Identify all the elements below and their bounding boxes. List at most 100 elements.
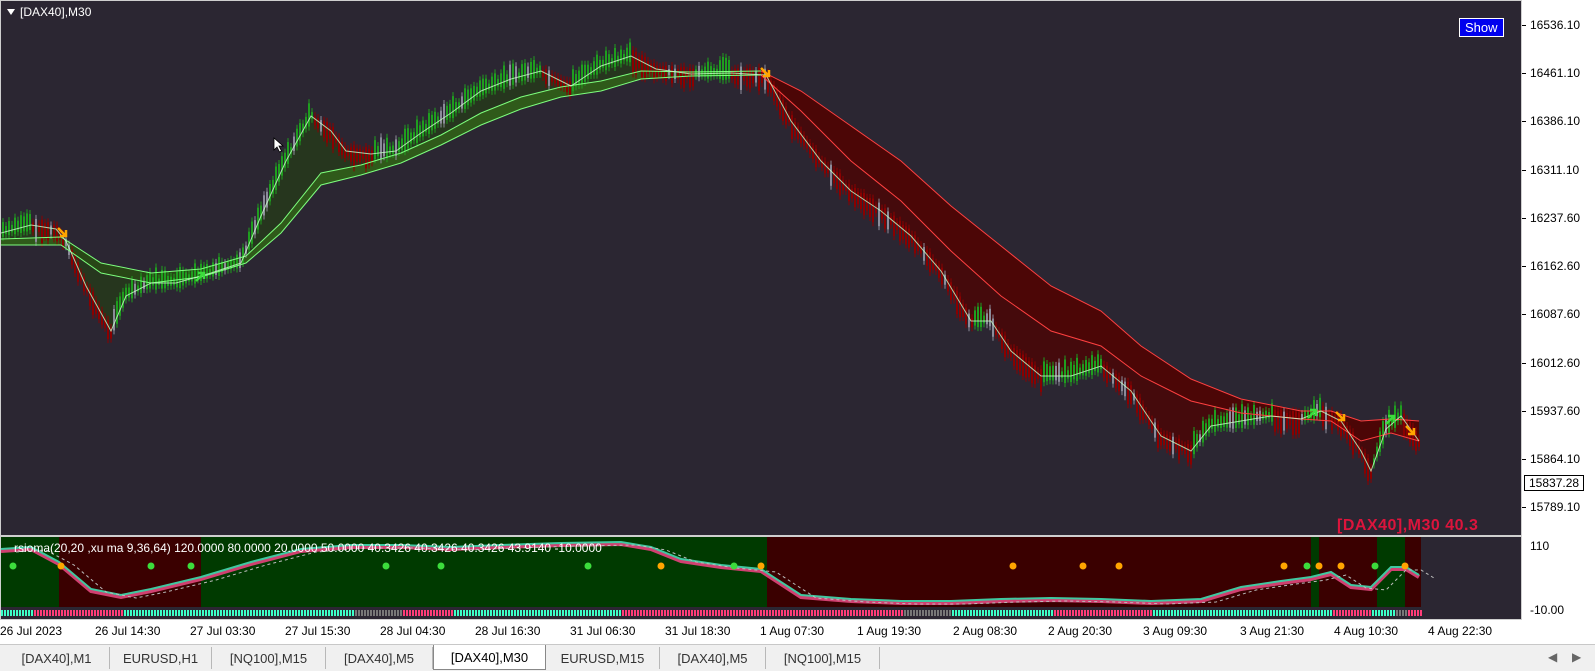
candle <box>632 50 634 74</box>
candle <box>1166 434 1168 450</box>
rsi-histogram-bar <box>868 610 870 616</box>
price-chart-canvas[interactable] <box>1 1 1522 536</box>
candle <box>1040 369 1042 392</box>
rsi-histogram-bar <box>643 610 645 616</box>
rsi-histogram-bar <box>568 610 570 616</box>
mouse-cursor-icon <box>273 137 285 153</box>
tab-dax40-m30[interactable]: [DAX40],M30 <box>433 645 546 670</box>
candle <box>446 105 448 120</box>
candle <box>1022 354 1024 376</box>
price-chart[interactable]: [DAX40],M30 Show [DAX40],M30 40.3 <box>0 0 1522 536</box>
tab-dax40-m1[interactable]: [DAX40],M1 <box>4 647 110 669</box>
candle <box>665 65 667 82</box>
rsi-histogram-bar <box>802 610 804 616</box>
time-axis-label: 27 Jul 03:30 <box>190 624 256 638</box>
rsi-histogram-bar <box>394 610 396 616</box>
candle <box>1127 381 1129 405</box>
candle <box>509 64 511 86</box>
candle <box>347 149 349 157</box>
candle <box>530 61 532 79</box>
rsi-histogram-bar <box>220 610 222 616</box>
rsi-histogram-bar <box>295 610 297 616</box>
indicator-axis: 110 -10.00 <box>1522 536 1595 620</box>
rsi-histogram-bar <box>430 610 432 616</box>
rsi-histogram-bar <box>106 610 108 616</box>
rsi-histogram-bar <box>1099 610 1101 616</box>
candle <box>671 66 673 84</box>
rsi-histogram-bar <box>745 610 747 616</box>
rsi-histogram-bar <box>40 610 42 616</box>
rsi-histogram-bar <box>124 610 126 616</box>
rsi-histogram-bar <box>1075 610 1077 616</box>
tab-nq100-m15[interactable]: [NQ100],M15 <box>766 647 880 669</box>
candle <box>599 59 601 70</box>
rsi-histogram-bar <box>1375 610 1377 616</box>
candle <box>206 263 208 279</box>
rsi-histogram-bar <box>913 610 915 616</box>
rsi-histogram-bar <box>322 610 324 616</box>
rsi-histogram-bar <box>1096 610 1098 616</box>
tab-eurusd-m15[interactable]: EURUSD,M15 <box>546 647 660 669</box>
ma-bull-lower <box>1 74 762 284</box>
signal-dot <box>657 562 665 570</box>
tab-eurusd-h1[interactable]: EURUSD,H1 <box>110 647 212 669</box>
candle <box>1136 394 1138 413</box>
rsi-histogram-bar <box>715 610 717 616</box>
candle <box>476 86 478 98</box>
rsi-histogram-bar <box>1351 610 1353 616</box>
rsi-histogram-bar <box>1063 610 1065 616</box>
price-axis-label: 15937.60 <box>1530 404 1581 418</box>
rsi-histogram-bar <box>1051 610 1053 616</box>
rsi-histogram-bar <box>445 610 447 616</box>
candle <box>908 228 910 248</box>
rsi-histogram-bar <box>532 610 534 616</box>
rsi-histogram-bar <box>1129 610 1131 616</box>
tab-scroll-left-icon[interactable]: ◀ <box>1548 650 1557 664</box>
candle <box>1280 409 1282 434</box>
rsi-histogram-bar <box>691 610 693 616</box>
candle <box>485 78 487 94</box>
candle <box>1262 412 1264 420</box>
rsi-histogram-bar <box>982 610 984 616</box>
tab-scroll-right-icon[interactable]: ▶ <box>1572 650 1581 664</box>
rsi-histogram-bar <box>67 610 69 616</box>
rsi-histogram-bar <box>1132 610 1134 616</box>
candle <box>386 137 388 159</box>
rsi-histogram-bar <box>808 610 810 616</box>
rsi-histogram-bar <box>511 610 513 616</box>
show-button[interactable]: Show <box>1459 18 1504 37</box>
tab-dax40-m5[interactable]: [DAX40],M5 <box>660 647 766 669</box>
price-tick <box>1522 73 1526 74</box>
rsi-histogram-bar <box>262 610 264 616</box>
tab-dax40-m5[interactable]: [DAX40],M5 <box>326 647 433 669</box>
candle <box>329 126 331 139</box>
candle <box>932 258 934 270</box>
indicator-panel[interactable]: rsioma(20,20 ,xu ma 9,36,64) 120.0000 80… <box>0 536 1522 620</box>
candle <box>701 69 703 76</box>
candle <box>836 171 838 190</box>
price-axis[interactable]: 16536.10 16461.10 16386.10 16311.10 16237.60… <box>1522 0 1595 536</box>
rsi-histogram-bar <box>925 610 927 616</box>
rsi-histogram-bar <box>505 610 507 616</box>
tab-nq100-m15[interactable]: [NQ100],M15 <box>212 647 326 669</box>
rsi-histogram-bar <box>1045 610 1047 616</box>
candle <box>257 207 259 230</box>
rsi-histogram-bar <box>979 610 981 616</box>
rsi-histogram-bar <box>385 610 387 616</box>
rsi-histogram-bar <box>1264 610 1266 616</box>
rsi-histogram-bar <box>775 610 777 616</box>
rsi-histogram-bar <box>142 610 144 616</box>
rsi-histogram-bar <box>976 610 978 616</box>
candle <box>1235 407 1237 428</box>
time-axis[interactable]: 26 Jul 2023 26 Jul 14:30 27 Jul 03:30 27 Ju… <box>0 620 1595 644</box>
rsi-histogram-bar <box>376 610 378 616</box>
rsi-histogram-bar <box>1090 610 1092 616</box>
candle <box>638 56 640 69</box>
rsi-histogram-bar <box>151 610 153 616</box>
candle <box>1202 420 1204 443</box>
candle <box>1196 433 1198 448</box>
rsi-histogram-bar <box>454 610 456 616</box>
candle <box>881 208 883 220</box>
collapse-arrow-icon[interactable] <box>7 9 15 15</box>
time-axis-label: 28 Jul 16:30 <box>475 624 541 638</box>
